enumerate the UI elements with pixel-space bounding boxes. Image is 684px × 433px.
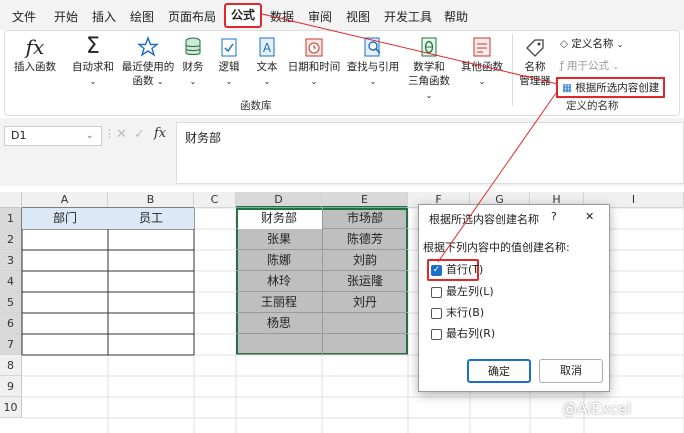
watermark: @AiExcel xyxy=(562,400,632,418)
annotation-arrows xyxy=(261,13,559,263)
